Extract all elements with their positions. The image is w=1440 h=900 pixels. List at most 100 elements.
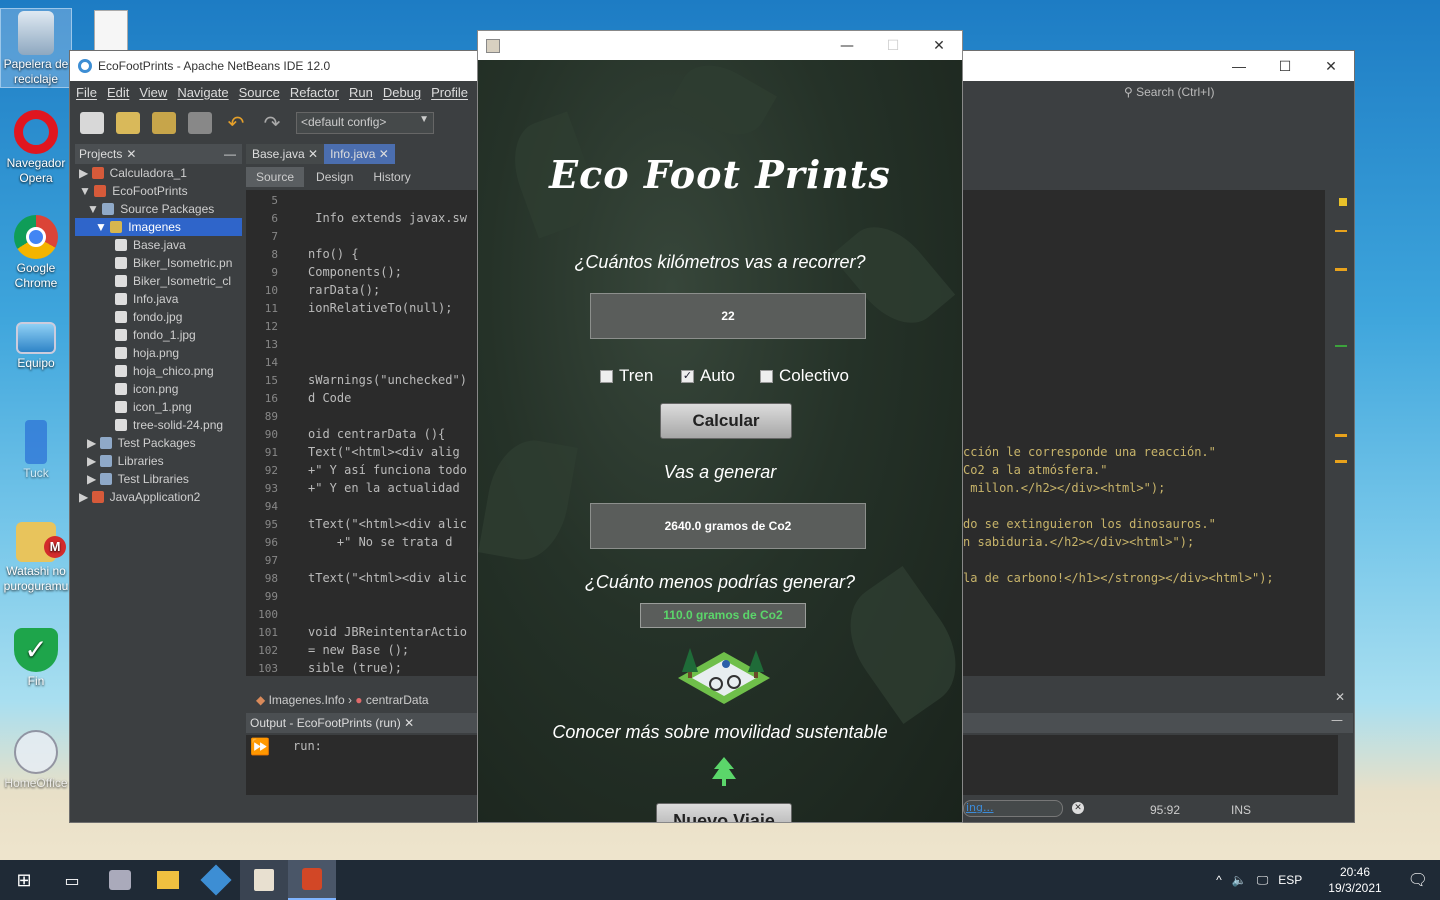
language-indicator[interactable]: ESP [1278,873,1302,887]
close-icon[interactable]: ✕ [916,38,962,54]
breadcrumb-method[interactable]: centrarData [366,693,429,707]
code-line[interactable]: ionRelativeTo(null); [308,301,453,315]
maximize-icon[interactable]: ☐ [1262,58,1308,75]
menu-navigate[interactable]: Navigate [177,85,228,100]
code-line-right[interactable]: Co2 a la atmósfera." [963,463,1108,477]
code-line[interactable]: Info extends javax.sw [308,211,467,225]
code-line[interactable]: rarData(); [308,283,380,297]
code-line[interactable]: tText("<html><div alic [308,571,467,585]
tree-item[interactable]: ▶ Test Packages [75,434,242,452]
rerun-icon[interactable]: ⏩ [250,737,270,756]
document-icon[interactable] [94,10,128,52]
tree-item[interactable]: ▶ JavaApplication2 [75,488,242,506]
code-line[interactable]: = new Base (); [308,643,409,657]
recycle-bin-desktop-icon[interactable]: Papelera de reciclaje [0,8,72,88]
code-line[interactable]: sWarnings("unchecked") [308,373,467,387]
taskbar-app-files[interactable] [144,860,192,900]
tree-item[interactable]: fondo_1.jpg [75,326,242,344]
menu-refactor[interactable]: Refactor [290,85,339,100]
code-editor-right[interactable] [963,190,1325,676]
folder-desktop-icon[interactable]: M Watashi no puroguramu [0,522,72,594]
code-line-right[interactable]: n sabiduria.</h2></div><html>"); [963,535,1194,549]
tree-item[interactable]: ▶ Calculadora_1 [75,164,242,182]
tree-item[interactable]: Info.java [75,290,242,308]
config-select[interactable]: <default config> ▼ [296,112,434,134]
tree-item[interactable]: Biker_Isometric.pn [75,254,242,272]
tree-item[interactable]: tree-solid-24.png [75,416,242,434]
calcular-button[interactable]: Calcular [660,403,792,439]
tab-base-java[interactable]: Base.java ✕ [246,144,325,164]
start-button[interactable]: ⊞ [0,860,48,900]
minimize-icon[interactable]: — [1216,58,1262,75]
tree-item[interactable]: Biker_Isometric_cl [75,272,242,290]
code-line[interactable]: +" Y en la actualidad [308,481,460,495]
breadcrumb-class[interactable]: Imagenes.Info [269,693,345,707]
computer-desktop-icon[interactable]: Equipo [0,322,72,371]
chevron-up-icon[interactable]: ^ [1216,873,1222,887]
option-colectivo[interactable]: Colectivo [760,366,849,386]
code-line[interactable]: +" No se trata d [308,535,453,549]
tab-history[interactable]: History [365,167,418,187]
save-all-icon[interactable] [188,112,212,134]
open-project-icon[interactable] [152,112,176,134]
projects-tab[interactable]: Projects [79,147,122,161]
tab-info-java[interactable]: Info.java ✕ [324,144,395,164]
tree-item[interactable]: ▼ EcoFootPrints [75,182,242,200]
menu-view[interactable]: View [139,85,167,100]
code-line[interactable]: Components(); [308,265,402,279]
close-output-icon[interactable]: ✕ [963,690,1353,710]
code-line[interactable]: d Code [308,391,351,405]
code-line-right[interactable]: cción le corresponde una reacción." [963,445,1216,459]
nuevo-viaje-button[interactable]: Nuevo Viaje [656,803,792,822]
tab-design[interactable]: Design [308,167,361,187]
tree-item[interactable]: ▼ Source Packages [75,200,242,218]
menu-source[interactable]: Source [239,85,280,100]
tree-item[interactable]: ▶ Test Libraries [75,470,242,488]
network-icon[interactable]: 🖵 [1257,873,1269,888]
option-tren[interactable]: Tren [600,366,653,386]
maximize-icon[interactable]: ☐ [870,38,916,54]
clock[interactable]: 20:46 19/3/2021 [1328,864,1381,896]
tree-item[interactable]: icon_1.png [75,398,242,416]
tree-item[interactable]: hoja_chico.png [75,362,242,380]
code-line-right[interactable]: millon.</h2></div><html>"); [963,481,1165,495]
opera-desktop-icon[interactable]: Navegador Opera [0,110,72,186]
km-input[interactable]: 22 [590,293,866,339]
output-tab[interactable]: Output - EcoFootPrints (run) ✕ [246,713,478,733]
security-desktop-icon[interactable]: ✓ Fin [0,628,72,689]
new-project-icon[interactable] [116,112,140,134]
undo-icon[interactable]: ↶ [224,112,248,134]
taskbar-app-explorer-tools[interactable] [96,860,144,900]
checkbox-colectivo[interactable] [760,369,773,383]
checkbox-auto[interactable]: ✓ [681,369,694,383]
checkbox-tren[interactable] [600,369,613,383]
minimize-output-icon[interactable]: — [963,713,1353,733]
search-box[interactable]: ⚲ Search (Ctrl+I) [1124,83,1344,101]
tree-item[interactable]: Base.java [75,236,242,254]
code-line[interactable]: Text("<html><div alig [308,445,460,459]
tree-item[interactable]: icon.png [75,380,242,398]
chrome-desktop-icon[interactable]: Google Chrome [0,215,72,291]
minimize-panel-icon[interactable]: — [224,147,236,161]
tree-icon[interactable] [712,757,736,787]
option-auto[interactable]: ✓ Auto [681,366,735,386]
taskbar-app-netbeans[interactable] [192,860,240,900]
code-line[interactable]: tText("<html><div alic [308,517,467,531]
biker-isometric-icon[interactable] [676,638,772,712]
tree-item[interactable]: hoja.png [75,344,242,362]
tree-item-selected[interactable]: ▼ Imagenes [75,218,242,236]
task-view-button[interactable]: ▭ [48,860,96,900]
menu-file[interactable]: File [76,85,97,100]
volume-icon[interactable]: 🔈 [1232,873,1247,887]
taskbar-app-powerpoint[interactable] [288,860,336,900]
status-search-field[interactable]: ing... [963,800,1063,817]
tab-source[interactable]: Source [246,167,305,187]
menu-edit[interactable]: Edit [107,85,129,100]
tree-item[interactable]: ▶ Libraries [75,452,242,470]
code-line[interactable]: oid centrarData (){ [308,427,445,441]
code-line[interactable]: sible (true); [308,661,402,675]
taskbar-app-java[interactable] [240,860,288,900]
more-info-link[interactable]: Conocer más sobre movilidad sustentable [478,722,962,743]
close-icon[interactable]: ✕ [1308,58,1354,75]
redo-icon[interactable]: ↷ [260,112,284,134]
